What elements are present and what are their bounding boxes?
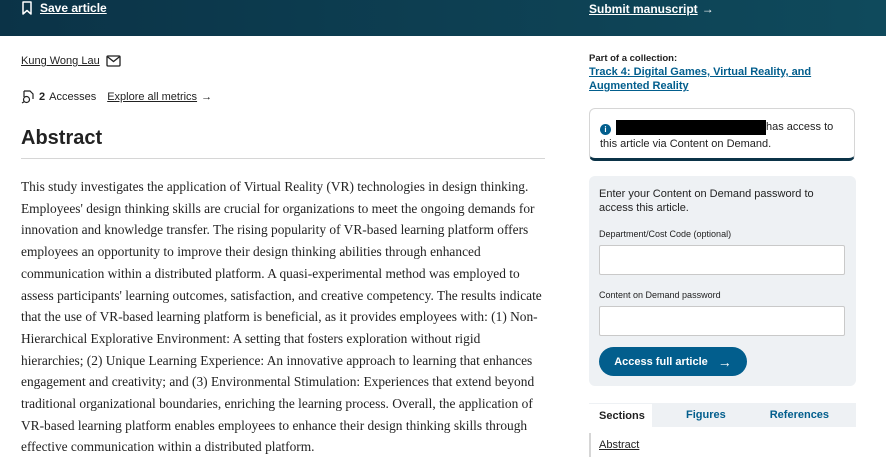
tab-references[interactable]: References (770, 403, 829, 427)
access-notice: i has access to this article via Content… (589, 108, 855, 161)
sidebar-tabs: Sections Figures References (589, 403, 856, 427)
top-bar: Save article Submit manuscript → (0, 0, 886, 36)
access-count: 2 (39, 91, 46, 103)
tab-sections[interactable]: Sections (589, 403, 652, 427)
access-notice-text-2: this article via Content on Demand. (600, 138, 772, 150)
password-label: Content on Demand password (599, 290, 721, 300)
collection-link[interactable]: Track 4: Digital Games, Virtual Reality,… (589, 65, 829, 93)
access-full-article-button[interactable]: Access full article → (599, 347, 747, 376)
metrics-line: 2 Accesses Explore all metrics → (21, 90, 212, 104)
accesses-icon (21, 90, 35, 104)
access-full-article-label: Access full article (614, 355, 708, 368)
password-input[interactable] (599, 306, 845, 336)
arrow-right-icon: → (717, 353, 732, 370)
redacted-institution (616, 120, 766, 135)
submit-manuscript-label: Submit manuscript (589, 2, 698, 16)
mail-icon[interactable] (106, 55, 121, 67)
abstract-text: This study investigates the application … (21, 179, 542, 455)
divider (21, 158, 545, 159)
accesses-label: Accesses (49, 91, 97, 103)
cod-intro: Enter your Content on Demand password to… (599, 188, 814, 214)
info-icon: i (600, 124, 611, 135)
save-article-label: Save article (40, 1, 107, 15)
explore-metrics-link[interactable]: Explore all metrics (107, 91, 197, 103)
section-link-abstract[interactable]: Abstract (589, 433, 639, 457)
content-on-demand-form: Enter your Content on Demand password to… (589, 176, 856, 386)
save-article-button[interactable]: Save article (22, 1, 107, 15)
bookmark-icon (22, 1, 32, 15)
arrow-right-icon: → (701, 2, 714, 16)
department-input[interactable] (599, 245, 845, 275)
author-name[interactable]: Kung Wong Lau (21, 55, 100, 67)
abstract-heading: Abstract (21, 127, 103, 149)
collection-label: Part of a collection: (589, 53, 678, 64)
submit-manuscript-link[interactable]: Submit manuscript → (589, 2, 714, 16)
author-line: Kung Wong Lau (21, 55, 121, 67)
access-notice-text-1: has access to (766, 121, 834, 133)
tab-figures[interactable]: Figures (686, 403, 726, 427)
department-label: Department/Cost Code (optional) (599, 229, 732, 239)
arrow-right-icon: → (201, 91, 213, 103)
